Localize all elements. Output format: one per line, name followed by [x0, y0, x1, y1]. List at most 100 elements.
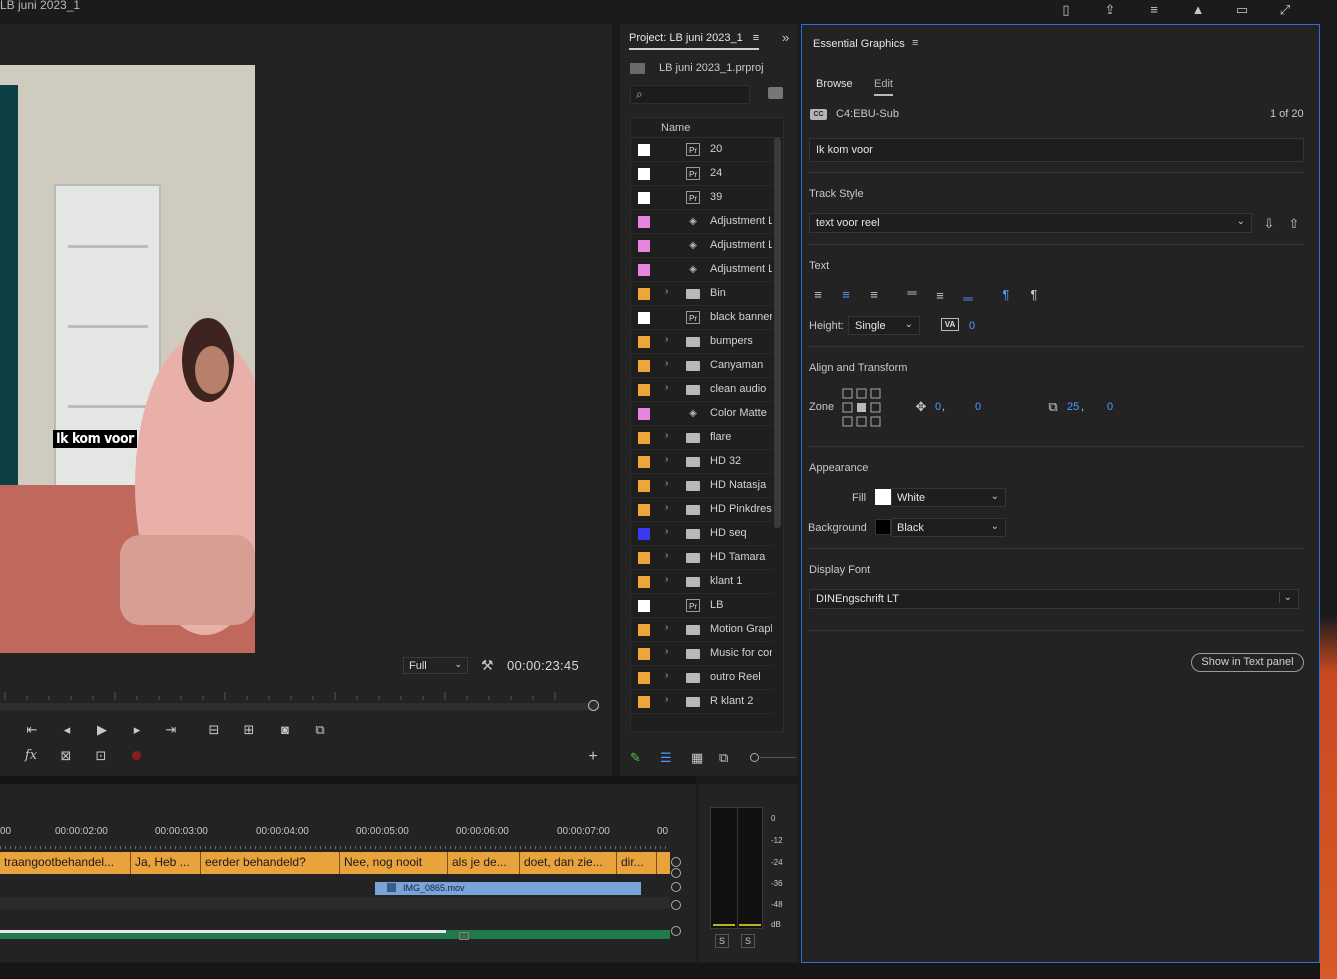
label-color-swatch[interactable]: [638, 504, 650, 516]
column-name-header[interactable]: Name: [661, 122, 690, 134]
project-item-row[interactable]: › Bin: [631, 282, 772, 306]
lift-icon[interactable]: ⊟: [205, 722, 223, 738]
caption-clip[interactable]: Nee, nog nooit: [340, 852, 448, 874]
wrench-icon[interactable]: ⚒: [481, 657, 494, 674]
position-y-value[interactable]: 0: [975, 401, 981, 413]
font-select[interactable]: DINEngschrift LT ⌄: [809, 589, 1299, 609]
project-item-row[interactable]: ◈ Adjustment Layer: [631, 258, 772, 282]
zoom-slider-track[interactable]: [760, 757, 796, 758]
expand-chevron-icon[interactable]: ›: [665, 358, 668, 369]
playhead-timecode[interactable]: 00:00:23:45: [507, 658, 579, 673]
zoom-handle[interactable]: [588, 700, 599, 711]
icon-view-icon[interactable]: ▦: [691, 750, 703, 766]
track-scroll-handle[interactable]: [671, 926, 681, 936]
project-item-row[interactable]: › klant 1: [631, 570, 772, 594]
height-select[interactable]: Single ⌄: [848, 316, 920, 335]
position-x-value[interactable]: 0: [935, 401, 941, 413]
expand-chevron-icon[interactable]: ›: [665, 454, 668, 465]
align-center-icon[interactable]: ≡: [838, 287, 854, 302]
tracking-value[interactable]: 0: [969, 320, 975, 332]
overflow-chevron-icon[interactable]: »: [782, 30, 789, 45]
expand-chevron-icon[interactable]: ›: [665, 694, 668, 705]
expand-chevron-icon[interactable]: ›: [665, 286, 668, 297]
zoom-select[interactable]: Full ⌄: [403, 657, 468, 674]
zoom-slider-handle[interactable]: [750, 753, 759, 762]
expand-chevron-icon[interactable]: ›: [665, 502, 668, 513]
expand-chevron-icon[interactable]: ›: [665, 382, 668, 393]
project-item-row[interactable]: Pr 39: [631, 186, 772, 210]
caption-clip[interactable]: eerder behandeld?: [201, 852, 340, 874]
label-color-swatch[interactable]: [638, 696, 650, 708]
label-color-swatch[interactable]: [638, 600, 650, 612]
mark-out-icon[interactable]: ⇥: [162, 722, 180, 738]
extract-icon[interactable]: ⊞: [240, 722, 258, 738]
label-color-swatch[interactable]: [638, 528, 650, 540]
tab-browse[interactable]: Browse: [816, 78, 853, 90]
label-color-swatch[interactable]: [638, 288, 650, 300]
align-top-icon[interactable]: ═: [904, 285, 920, 300]
record-icon[interactable]: [132, 751, 141, 760]
project-item-row[interactable]: › Music for content: [631, 642, 772, 666]
freeform-view-icon[interactable]: ⧉: [719, 750, 728, 766]
project-item-row[interactable]: › Motion Graphics: [631, 618, 772, 642]
project-item-row[interactable]: › R klant 2: [631, 690, 772, 714]
project-item-row[interactable]: › clean audio: [631, 378, 772, 402]
scrub-bar[interactable]: [0, 703, 598, 710]
add-button-icon[interactable]: +: [584, 749, 602, 765]
label-color-swatch[interactable]: [638, 552, 650, 564]
label-color-swatch[interactable]: [638, 192, 650, 204]
panel-icon[interactable]: ▯: [1057, 2, 1075, 18]
project-item-row[interactable]: › flare: [631, 426, 772, 450]
align-left-icon[interactable]: ≡: [810, 287, 826, 302]
label-color-swatch[interactable]: [638, 168, 650, 180]
expand-chevron-icon[interactable]: ›: [665, 646, 668, 657]
label-color-swatch[interactable]: [638, 480, 650, 492]
play-icon[interactable]: ▶: [93, 722, 111, 738]
label-color-swatch[interactable]: [638, 312, 650, 324]
project-item-row[interactable]: › HD Natasja: [631, 474, 772, 498]
fx-icon[interactable]: fx: [22, 748, 40, 764]
caption-clip[interactable]: doet, dan zie...: [520, 852, 617, 874]
background-select[interactable]: Black ⌄: [891, 518, 1006, 537]
video-clip[interactable]: IMG_0865.mov: [375, 882, 641, 895]
label-color-swatch[interactable]: [638, 240, 650, 252]
scale-x-value[interactable]: 25: [1067, 401, 1079, 413]
project-item-row[interactable]: › HD 32: [631, 450, 772, 474]
notifications-icon[interactable]: ▲: [1189, 2, 1207, 18]
menu-icon[interactable]: ≡: [912, 37, 918, 49]
caption-clip[interactable]: als je de...: [448, 852, 520, 874]
track-scroll-handle[interactable]: [671, 857, 681, 867]
project-item-row[interactable]: ◈ Adjustment Layer: [631, 234, 772, 258]
solo-right-button[interactable]: S: [741, 934, 755, 948]
label-color-swatch[interactable]: [638, 144, 650, 156]
project-item-row[interactable]: Pr black banner: [631, 306, 772, 330]
align-bottom-icon[interactable]: ═: [960, 291, 976, 306]
expand-chevron-icon[interactable]: ›: [665, 334, 668, 345]
menu-icon[interactable]: ≡: [753, 32, 759, 44]
project-tab[interactable]: Project: LB juni 2023_1 ≡: [629, 32, 760, 50]
label-color-swatch[interactable]: [638, 576, 650, 588]
project-item-row[interactable]: ◈ Adjustment Layer: [631, 210, 772, 234]
project-item-row[interactable]: ◈ Color Matte: [631, 402, 772, 426]
show-in-text-panel-button[interactable]: Show in Text panel: [1191, 653, 1304, 672]
rtl-icon[interactable]: ¶: [1026, 287, 1042, 302]
caption-text-input[interactable]: Ik kom voor: [809, 138, 1304, 162]
label-color-swatch[interactable]: [638, 672, 650, 684]
label-color-swatch[interactable]: [638, 216, 650, 228]
push-up-icon[interactable]: ⇧: [1286, 216, 1302, 232]
label-color-swatch[interactable]: [638, 456, 650, 468]
label-color-swatch[interactable]: [638, 648, 650, 660]
export-icon[interactable]: ⇪: [1101, 2, 1119, 18]
label-color-swatch[interactable]: [638, 336, 650, 348]
track-scroll-handle[interactable]: [671, 868, 681, 878]
expand-chevron-icon[interactable]: ›: [665, 550, 668, 561]
mark-in-icon[interactable]: ⇤: [23, 722, 41, 738]
expand-chevron-icon[interactable]: ›: [665, 670, 668, 681]
expand-chevron-icon[interactable]: ›: [665, 430, 668, 441]
project-item-row[interactable]: › HD seq: [631, 522, 772, 546]
align-right-icon[interactable]: ≡: [866, 287, 882, 302]
caption-clip[interactable]: Ja, Heb ...: [131, 852, 201, 874]
project-item-row[interactable]: Pr LB: [631, 594, 772, 618]
safe-margins-icon[interactable]: ⊠: [57, 748, 75, 764]
project-item-row[interactable]: Pr 24: [631, 162, 772, 186]
